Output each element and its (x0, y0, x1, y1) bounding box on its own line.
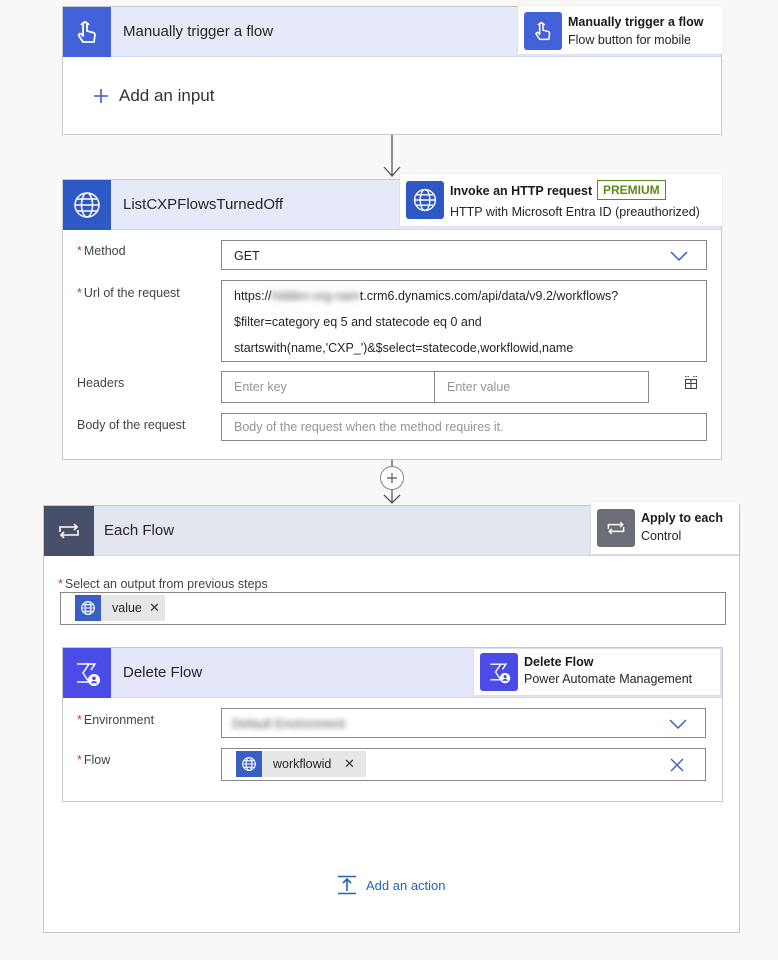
tooltip-title: Manually trigger a flow (568, 15, 704, 29)
delete-action-card: Delete Flow Delete Flow Power Automate M… (62, 647, 723, 802)
add-action-label: Add an action (366, 877, 446, 893)
delete-connector-tooltip: Delete Flow Power Automate Management (474, 649, 720, 695)
http-action-title[interactable]: ListCXPFlowsTurnedOff (123, 180, 283, 230)
add-input-button[interactable]: Add an input (93, 83, 214, 109)
http-connector-tooltip: Invoke an HTTP request PREMIUM HTTP with… (400, 174, 722, 226)
loop-connector-tooltip: Apply to each Control (591, 502, 739, 554)
trigger-card: Manually trigger a flow Manually trigger… (62, 6, 723, 135)
redacted-org-name: hidden-org-nam (271, 289, 360, 303)
close-icon[interactable]: ✕ (149, 600, 160, 616)
tooltip-title: Delete Flow (524, 655, 594, 669)
connector-arrow (383, 135, 401, 177)
tooltip-subtitle: Control (641, 529, 682, 543)
select-output-label: * Select an output from previous steps (58, 577, 268, 591)
environment-dropdown[interactable]: Default Environment (221, 708, 706, 738)
header-value-placeholder: Enter value (447, 380, 511, 394)
globe-icon (236, 751, 262, 777)
trigger-title[interactable]: Manually trigger a flow (123, 7, 273, 57)
add-action-button[interactable]: Add an action (336, 873, 446, 897)
method-dropdown[interactable]: GET (221, 240, 707, 270)
delete-action-title[interactable]: Delete Flow (123, 648, 202, 698)
loop-title[interactable]: Each Flow (104, 506, 174, 556)
table-switch-icon[interactable] (683, 375, 699, 391)
headers-label: Headers (77, 376, 125, 390)
globe-icon (406, 181, 444, 219)
url-line-3: startswith(name,'CXP_')&$select=statecod… (234, 341, 574, 355)
environment-label: * Environment (77, 713, 155, 727)
value-token[interactable]: value ✕ (75, 595, 165, 621)
url-line-1: https://hidden-org-namt.crm6.dynamics.co… (234, 289, 619, 303)
tooltip-title: Apply to each (641, 511, 723, 525)
tooltip-title: Invoke an HTTP request (450, 184, 593, 198)
header-value-input[interactable]: Enter value (434, 371, 649, 403)
method-value: GET (234, 249, 260, 263)
tooltip-subtitle: HTTP with Microsoft Entra ID (preauthori… (450, 205, 700, 219)
chevron-down-icon[interactable] (669, 718, 687, 730)
touch-hand-icon (524, 12, 562, 50)
header-key-input[interactable]: Enter key (221, 371, 435, 403)
loop-arrows-icon (597, 509, 635, 547)
chevron-down-icon[interactable] (670, 250, 688, 262)
select-output-input[interactable]: value ✕ (60, 592, 726, 625)
touch-hand-icon (63, 7, 111, 57)
loop-arrows-icon (44, 506, 94, 556)
tooltip-subtitle: Flow button for mobile (568, 33, 691, 47)
environment-value: Default Environment (232, 717, 346, 731)
body-input[interactable]: Body of the request when the method requ… (221, 413, 707, 441)
body-label: Body of the request (77, 418, 186, 432)
url-input[interactable]: https://hidden-org-namt.crm6.dynamics.co… (221, 280, 707, 362)
http-action-card: ListCXPFlowsTurnedOff Invoke an HTTP req… (62, 174, 722, 460)
token-label: value (112, 601, 142, 615)
plus-icon (387, 473, 397, 483)
plus-icon (94, 89, 108, 103)
insert-step-button[interactable] (380, 466, 404, 490)
add-input-label: Add an input (119, 86, 215, 105)
tooltip-subtitle: Power Automate Management (524, 672, 693, 686)
method-label: * Method (77, 244, 126, 258)
trigger-connector-tooltip: Manually trigger a flow Flow button for … (518, 6, 723, 54)
header-key-placeholder: Enter key (234, 380, 287, 394)
flow-label: * Flow (77, 753, 111, 767)
globe-icon (75, 595, 101, 621)
loop-card: Each Flow Apply to each Control * Select … (43, 502, 740, 933)
power-automate-management-icon (63, 648, 111, 698)
token-label: workflowid (273, 757, 332, 771)
workflowid-token[interactable]: workflowid ✕ (236, 751, 366, 777)
premium-badge: PREMIUM (597, 180, 666, 200)
url-label: * Url of the request (77, 286, 180, 300)
flow-input[interactable]: workflowid ✕ (221, 748, 706, 781)
close-icon[interactable]: ✕ (344, 756, 355, 772)
url-line-2: $filter=category eq 5 and statecode eq 0… (234, 315, 482, 329)
insert-step-icon (338, 875, 356, 895)
globe-icon (63, 180, 111, 230)
body-placeholder: Body of the request when the method requ… (234, 420, 504, 434)
close-icon[interactable] (670, 758, 684, 772)
power-automate-management-icon (480, 653, 518, 691)
